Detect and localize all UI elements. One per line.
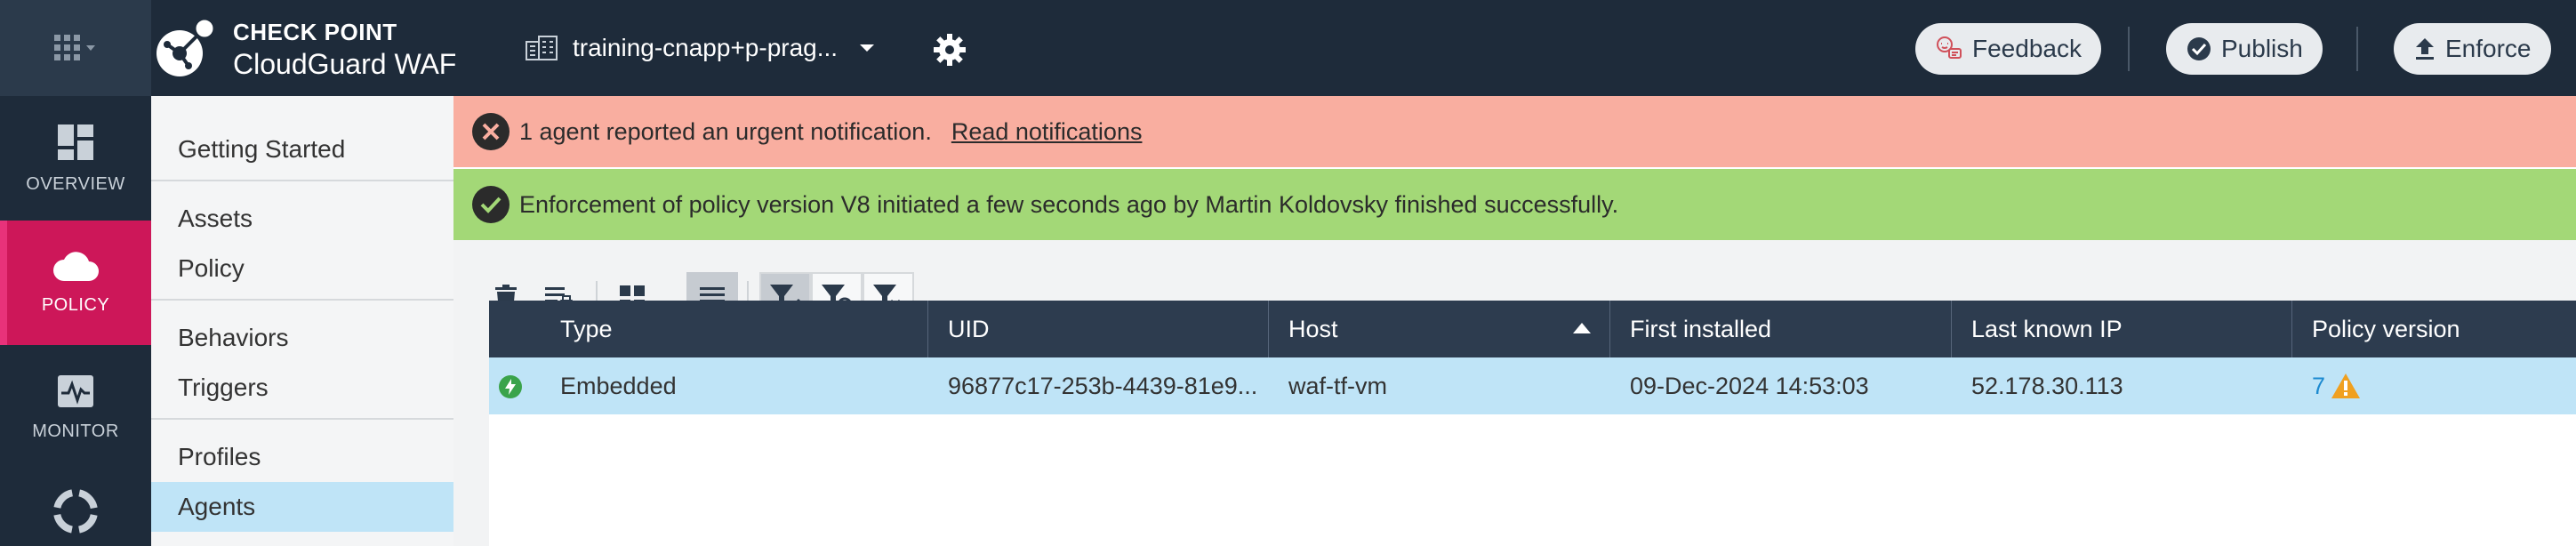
policy-sidenav: Getting Started Assets Policy Behaviors …	[151, 96, 453, 546]
nav-overview-label: OVERVIEW	[26, 173, 125, 194]
agents-table: Type UID Host First installed Last known…	[489, 301, 2576, 546]
column-header-first-installed[interactable]: First installed	[1610, 301, 1952, 357]
feedback-icon	[1935, 35, 1963, 63]
enforce-button[interactable]: Enforce	[2394, 23, 2551, 75]
building-icon	[526, 36, 558, 60]
policy-version-link[interactable]: 7	[2312, 373, 2325, 400]
column-header-policy-version[interactable]: Policy version	[2292, 301, 2576, 357]
sort-ascending-icon	[1573, 323, 1591, 333]
urgent-notification-text: 1 agent reported an urgent notification.	[519, 117, 932, 145]
column-header-uid[interactable]: UID	[928, 301, 1269, 357]
publish-label: Publish	[2221, 35, 2303, 62]
sidenav-item-behaviors[interactable]: Behaviors	[151, 313, 453, 363]
cell-first-installed: 09-Dec-2024 14:53:03	[1630, 372, 1869, 399]
cell-host: waf-tf-vm	[1288, 372, 1387, 399]
check-circle-icon	[2186, 36, 2212, 62]
nav-support[interactable]	[0, 470, 151, 546]
cell-uid: 96877c17-253b-4439-81e9...	[948, 372, 1258, 399]
table-row[interactable]: Embedded 96877c17-253b-4439-81e9... waf-…	[489, 357, 2576, 414]
cell-type: Embedded	[560, 372, 677, 399]
urgent-notification-banner: 1 agent reported an urgent notification.…	[453, 96, 2576, 167]
enforcement-success-banner: Enforcement of policy version V8 initiat…	[453, 169, 2576, 240]
feedback-label: Feedback	[1972, 35, 2082, 62]
apps-grid-icon	[54, 35, 95, 60]
top-bar: CHECK POINT CloudGuard WAF training-cnap…	[0, 0, 2576, 96]
feedback-button[interactable]: Feedback	[1915, 23, 2101, 75]
pulse-icon	[58, 374, 93, 407]
tenant-name: training-cnapp+p-prag...	[573, 34, 839, 61]
sidenav-item-policy[interactable]: Policy	[151, 244, 453, 293]
enforce-label: Enforce	[2445, 35, 2532, 62]
sidenav-item-agents[interactable]: Agents	[151, 482, 453, 532]
warning-icon[interactable]	[2331, 373, 2361, 399]
sidenav-item-profiles[interactable]: Profiles	[151, 432, 453, 482]
checkpoint-logo-icon	[156, 18, 216, 76]
read-notifications-link[interactable]: Read notifications	[951, 118, 1143, 146]
cloud-icon	[53, 251, 99, 281]
brand: CHECK POINT CloudGuard WAF	[233, 18, 456, 82]
dashboard-icon	[58, 124, 93, 160]
publish-button[interactable]: Publish	[2166, 23, 2323, 75]
nav-policy-label: POLICY	[41, 294, 110, 315]
cell-last-known-ip: 52.178.30.113	[1971, 372, 2123, 399]
main-content: 1 agent reported an urgent notification.…	[453, 96, 2576, 546]
upload-icon	[2413, 36, 2436, 61]
tenant-selector[interactable]: training-cnapp+p-prag...	[525, 30, 875, 66]
toolbar-divider	[2128, 27, 2130, 71]
column-header-last-known-ip[interactable]: Last known IP	[1952, 301, 2292, 357]
column-header-host[interactable]: Host	[1269, 301, 1610, 357]
main-nav-rail: OVERVIEW POLICY MONITOR	[0, 96, 151, 546]
brand-company: CHECK POINT	[233, 19, 397, 45]
enforcement-success-text: Enforcement of policy version V8 initiat…	[519, 190, 1619, 218]
column-header-type[interactable]: Type	[541, 301, 928, 357]
sidenav-item-getting-started[interactable]: Getting Started	[151, 124, 453, 174]
sidenav-divider	[151, 180, 453, 181]
nav-overview[interactable]: OVERVIEW	[0, 96, 151, 221]
sidenav-divider	[151, 418, 453, 420]
sidenav-divider	[151, 299, 453, 301]
toolbar-divider	[2356, 27, 2358, 71]
error-circle-icon	[472, 113, 510, 150]
sidenav-item-assets[interactable]: Assets	[151, 194, 453, 244]
brand-product: CloudGuard WAF	[233, 48, 457, 80]
nav-monitor[interactable]: MONITOR	[0, 345, 151, 470]
nav-policy[interactable]: POLICY	[0, 221, 151, 345]
app-switcher-button[interactable]	[0, 0, 151, 96]
agent-status-icon	[499, 375, 522, 398]
table-header: Type UID Host First installed Last known…	[489, 301, 2576, 357]
column-header-host-label: Host	[1288, 315, 1338, 342]
success-check-icon	[472, 186, 510, 223]
gear-icon[interactable]	[932, 32, 967, 68]
sidenav-item-triggers[interactable]: Triggers	[151, 363, 453, 413]
cell-policy-version: 7	[2292, 357, 2361, 414]
chevron-down-icon	[860, 44, 875, 52]
nav-monitor-label: MONITOR	[32, 421, 119, 441]
lifebuoy-icon	[53, 489, 98, 534]
